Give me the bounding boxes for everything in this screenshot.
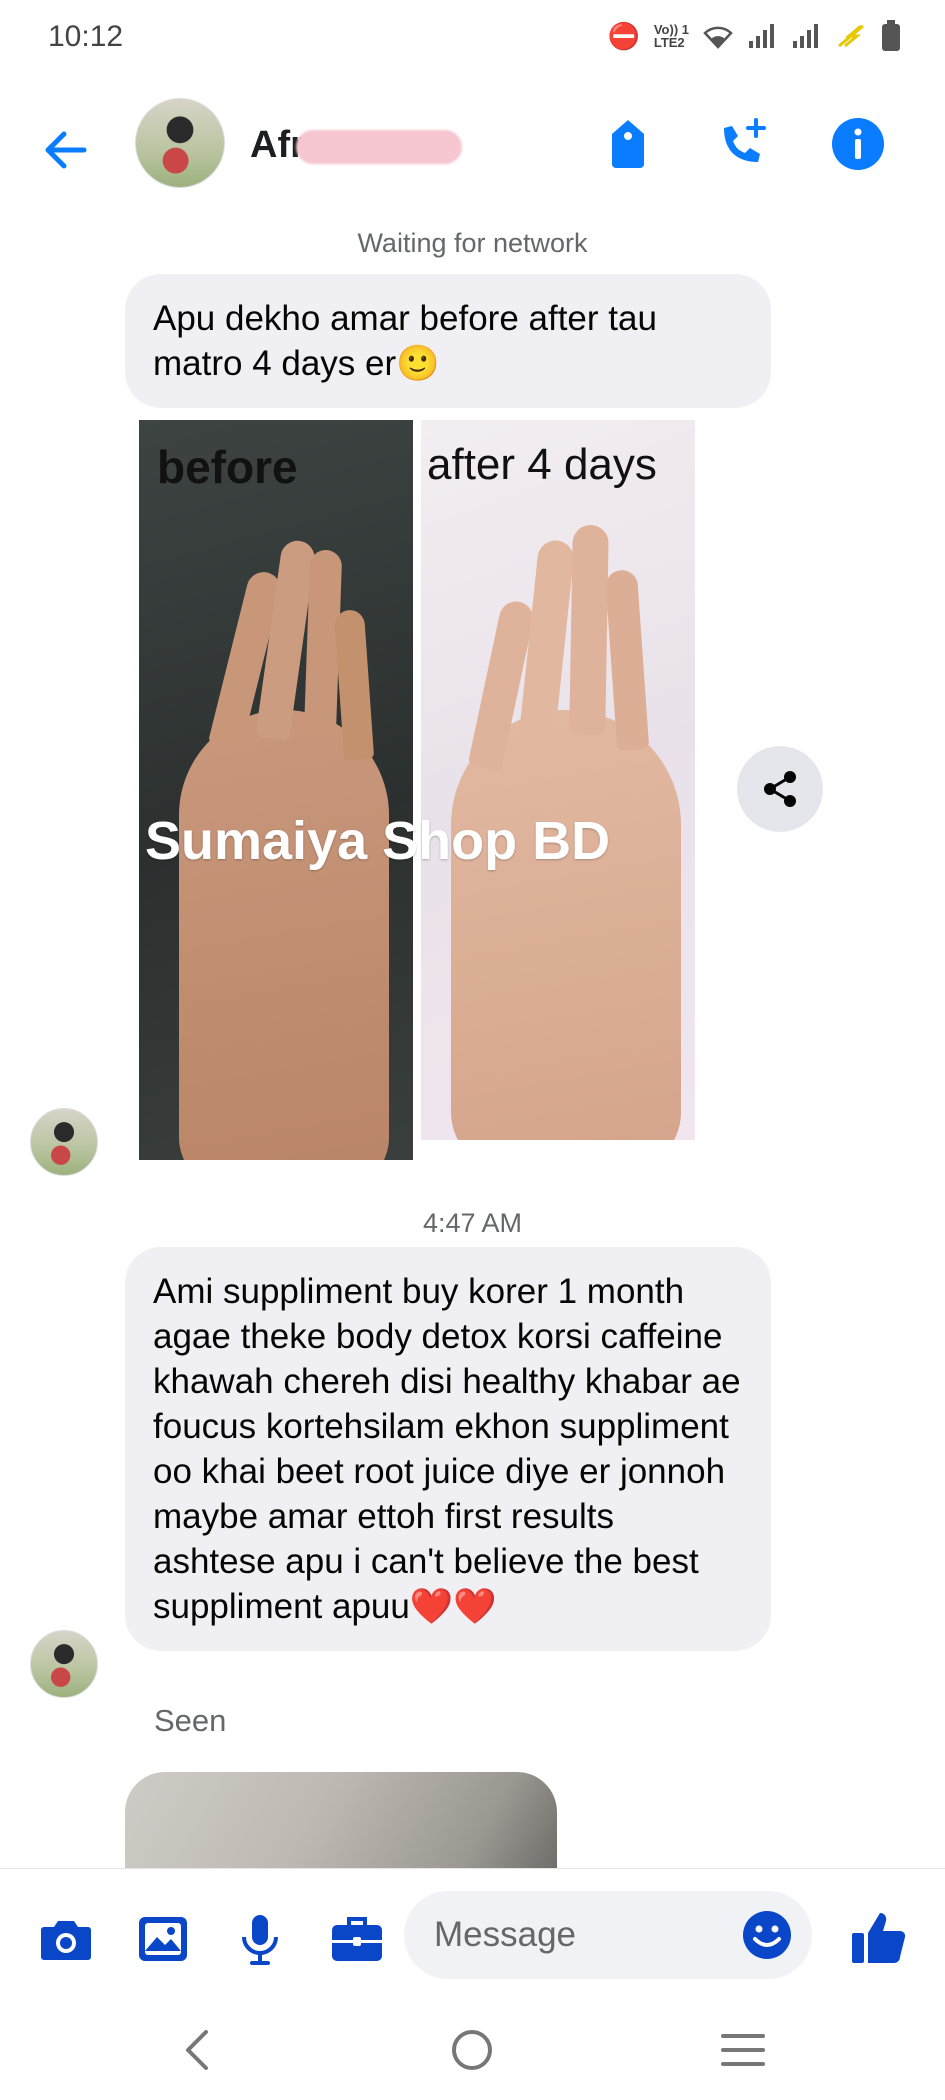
volte-indicator: Vo)) 1 LTE2 — [654, 23, 689, 49]
camera-button[interactable] — [36, 1909, 96, 1969]
shared-image-partial[interactable] — [125, 1772, 557, 1872]
lte-label: LTE2 — [653, 35, 685, 50]
hand-shape — [451, 710, 681, 1140]
status-icons: ⛔ Vo)) 1 LTE2 — [607, 20, 901, 52]
nav-home-button[interactable] — [442, 2022, 502, 2078]
signal-1-icon — [749, 24, 774, 48]
tag-button[interactable] — [598, 114, 658, 174]
hand-shape — [179, 710, 389, 1160]
emoji-button[interactable] — [740, 1908, 794, 1962]
nav-menu-icon — [721, 2034, 765, 2066]
emoji-icon — [743, 1911, 791, 1959]
message-timestamp: 4:47 AM — [422, 1208, 523, 1238]
before-label: before — [157, 441, 298, 493]
nav-home-icon — [452, 2030, 492, 2070]
after-label: after 4 days — [427, 440, 657, 489]
info-button[interactable] — [828, 114, 888, 174]
add-call-button[interactable] — [712, 114, 772, 174]
sender-avatar[interactable] — [30, 1108, 98, 1176]
before-photo: before — [139, 420, 413, 1160]
nav-back-button[interactable] — [170, 2022, 230, 2078]
wifi-icon — [703, 26, 733, 49]
network-status: Waiting for network — [357, 228, 588, 258]
dnd-icon: ⛔ — [607, 21, 640, 51]
mic-button[interactable] — [230, 1909, 290, 1969]
name-redaction — [296, 130, 462, 164]
tag-icon — [612, 120, 644, 168]
sender-avatar[interactable] — [30, 1630, 98, 1698]
finger-shape — [569, 524, 609, 736]
message-input[interactable]: Message — [404, 1891, 812, 1979]
gallery-button[interactable] — [133, 1909, 193, 1969]
like-button[interactable] — [848, 1907, 910, 1969]
status-bar: 10:12 ⛔ Vo)) 1 LTE2 — [0, 0, 945, 78]
status-time: 10:12 — [48, 20, 124, 53]
system-nav-bar — [0, 2000, 945, 2100]
camera-icon — [41, 1921, 91, 1960]
contact-avatar[interactable] — [135, 98, 225, 188]
call-plus-icon — [724, 118, 766, 162]
back-button[interactable] — [38, 120, 98, 180]
gallery-icon — [139, 1917, 187, 1961]
back-arrow-icon — [45, 131, 87, 169]
info-icon — [832, 118, 884, 170]
share-button[interactable] — [737, 746, 823, 832]
briefcase-icon — [332, 1917, 382, 1961]
message-bubble[interactable]: Apu dekho amar before after tau matro 4 … — [125, 274, 771, 408]
message-bubble[interactable]: Ami suppliment buy korer 1 month agae th… — [125, 1247, 771, 1651]
after-photo: after 4 days — [421, 420, 695, 1140]
nav-menu-button[interactable] — [713, 2022, 773, 2078]
message-composer: Message — [0, 1869, 945, 1999]
share-icon — [764, 771, 796, 807]
nav-back-icon — [186, 2030, 208, 2070]
charging-icon — [838, 24, 864, 48]
thumbs-up-icon — [852, 1913, 906, 1963]
chat-header: Afr — [0, 90, 945, 200]
signal-2-icon — [793, 24, 818, 48]
seen-status: Seen — [154, 1703, 227, 1738]
watermark-text: Sumaiya Shop BD — [145, 811, 611, 871]
mic-icon — [242, 1915, 278, 1965]
shared-image[interactable]: before after 4 days Sumaiya Shop BD — [139, 420, 695, 1160]
message-placeholder: Message — [434, 1915, 577, 1954]
briefcase-button[interactable] — [327, 1909, 387, 1969]
battery-icon — [882, 20, 900, 51]
